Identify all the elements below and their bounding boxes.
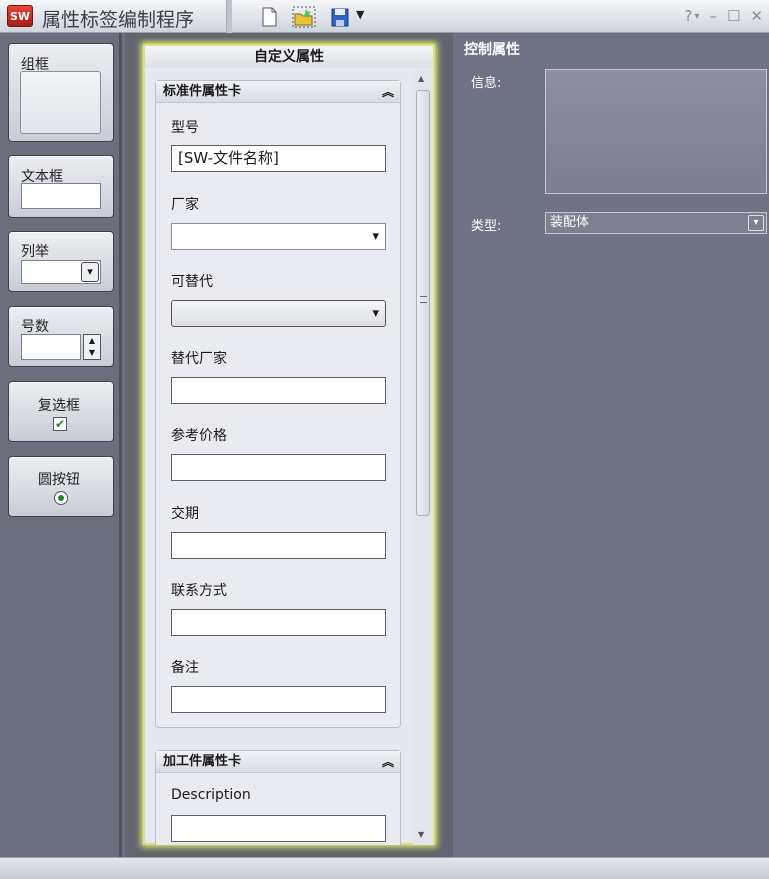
field-label: 联系方式 bbox=[171, 583, 227, 599]
groupbox-preview bbox=[20, 71, 101, 134]
chevron-down-icon[interactable]: ▾ bbox=[748, 215, 764, 231]
description-input[interactable] bbox=[171, 815, 386, 842]
contact-input[interactable] bbox=[171, 609, 386, 636]
open-folder-icon[interactable] bbox=[292, 6, 316, 28]
collapse-chevron-icon[interactable]: ︽ bbox=[382, 81, 394, 103]
field-label: 备注 bbox=[171, 660, 199, 676]
lead-time-input[interactable] bbox=[171, 532, 386, 559]
info-label: 信息: bbox=[471, 76, 502, 91]
alt-manufacturer-input[interactable] bbox=[171, 377, 386, 404]
tool-checkbox[interactable]: 复选框 ✔ bbox=[8, 381, 114, 442]
tool-number-label: 号数 bbox=[21, 319, 49, 335]
dropdown-arrow-icon[interactable]: ▼ bbox=[356, 8, 364, 21]
minimize-icon[interactable]: – bbox=[709, 7, 717, 25]
tool-groupbox[interactable]: 组框 bbox=[8, 43, 114, 142]
manufacturer-combo[interactable] bbox=[171, 223, 386, 250]
tool-list[interactable]: 列举 ▾ bbox=[8, 231, 114, 292]
number-preview bbox=[21, 334, 81, 360]
group-standard-parts[interactable]: 标准件属性卡 ︽ 型号 [SW-文件名称] 厂家 可替代 替代厂家 参考价格 交… bbox=[155, 80, 401, 728]
panel-title: 自定义属性 bbox=[145, 46, 433, 68]
status-bar bbox=[0, 857, 769, 879]
tool-number[interactable]: 号数 ▲ ▼ bbox=[8, 306, 114, 367]
type-select[interactable]: 装配体 ▾ bbox=[545, 212, 767, 234]
tool-radio[interactable]: 圆按钮 bbox=[8, 456, 114, 517]
spinner-icon: ▲ ▼ bbox=[83, 334, 101, 360]
scroll-down-icon[interactable]: ▼ bbox=[418, 830, 424, 839]
reference-price-input[interactable] bbox=[171, 454, 386, 481]
control-properties-pane: 控制属性 信息: 类型: 装配体 ▾ bbox=[456, 33, 769, 857]
title-bar: SW 属性标签编制程序 ▼ ? ▾ – ☐ ✕ bbox=[0, 0, 769, 33]
property-manager-panel[interactable]: 自定义属性 标准件属性卡 ︽ 型号 [SW-文件名称] 厂家 可替代 替代厂家 … bbox=[143, 44, 435, 845]
group-title: 标准件属性卡 bbox=[163, 84, 242, 99]
tool-radio-label: 圆按钮 bbox=[38, 472, 80, 488]
group-header[interactable]: 标准件属性卡 ︽ bbox=[156, 81, 400, 103]
designer-canvas: 自定义属性 标准件属性卡 ︽ 型号 [SW-文件名称] 厂家 可替代 替代厂家 … bbox=[125, 33, 453, 857]
field-label: 参考价格 bbox=[171, 428, 227, 444]
close-icon[interactable]: ✕ bbox=[750, 7, 763, 25]
type-label: 类型: bbox=[471, 219, 502, 234]
panel-scrollbar[interactable]: ▲ ▼ bbox=[413, 70, 433, 845]
textbox-preview bbox=[21, 183, 101, 209]
maximize-icon[interactable]: ☐ bbox=[727, 7, 740, 25]
grip-icon bbox=[420, 296, 427, 303]
list-preview: ▾ bbox=[21, 260, 101, 284]
field-label: 可替代 bbox=[171, 274, 213, 290]
field-label: 替代厂家 bbox=[171, 351, 227, 367]
control-toolbox: 组框 文本框 列举 ▾ 号数 ▲ ▼ 复选框 ✔ 圆按钮 bbox=[0, 33, 122, 857]
help-icon[interactable]: ? bbox=[684, 7, 692, 25]
tool-checkbox-label: 复选框 bbox=[38, 398, 80, 414]
group-machined-parts[interactable]: 加工件属性卡 ︽ Description bbox=[155, 750, 401, 845]
group-header[interactable]: 加工件属性卡 ︽ bbox=[156, 751, 400, 773]
radio-selected-icon bbox=[54, 491, 68, 505]
field-label: Description bbox=[171, 787, 251, 803]
title-separator bbox=[226, 0, 232, 33]
app-logo-icon: SW bbox=[7, 5, 33, 27]
tool-list-label: 列举 bbox=[21, 244, 49, 260]
help-dropdown-icon[interactable]: ▾ bbox=[694, 11, 699, 22]
substitute-combo[interactable] bbox=[171, 300, 386, 327]
new-file-icon[interactable] bbox=[259, 6, 279, 28]
scroll-up-icon[interactable]: ▲ bbox=[418, 74, 424, 83]
model-input[interactable]: [SW-文件名称] bbox=[171, 145, 386, 172]
scroll-thumb[interactable] bbox=[416, 90, 430, 516]
checkbox-checked-icon: ✔ bbox=[53, 417, 67, 431]
info-textarea[interactable] bbox=[545, 69, 767, 194]
props-title: 控制属性 bbox=[464, 42, 520, 58]
save-icon[interactable] bbox=[330, 6, 350, 28]
notes-input[interactable] bbox=[171, 686, 386, 713]
type-select-value: 装配体 bbox=[550, 215, 590, 230]
field-label: 厂家 bbox=[171, 197, 199, 213]
field-label: 交期 bbox=[171, 506, 199, 522]
field-label: 型号 bbox=[171, 120, 199, 136]
group-title: 加工件属性卡 bbox=[163, 754, 242, 769]
app-title: 属性标签编制程序 bbox=[42, 9, 195, 31]
tool-textbox[interactable]: 文本框 bbox=[8, 155, 114, 218]
collapse-chevron-icon[interactable]: ︽ bbox=[382, 751, 394, 773]
chevron-down-icon: ▾ bbox=[81, 262, 99, 282]
